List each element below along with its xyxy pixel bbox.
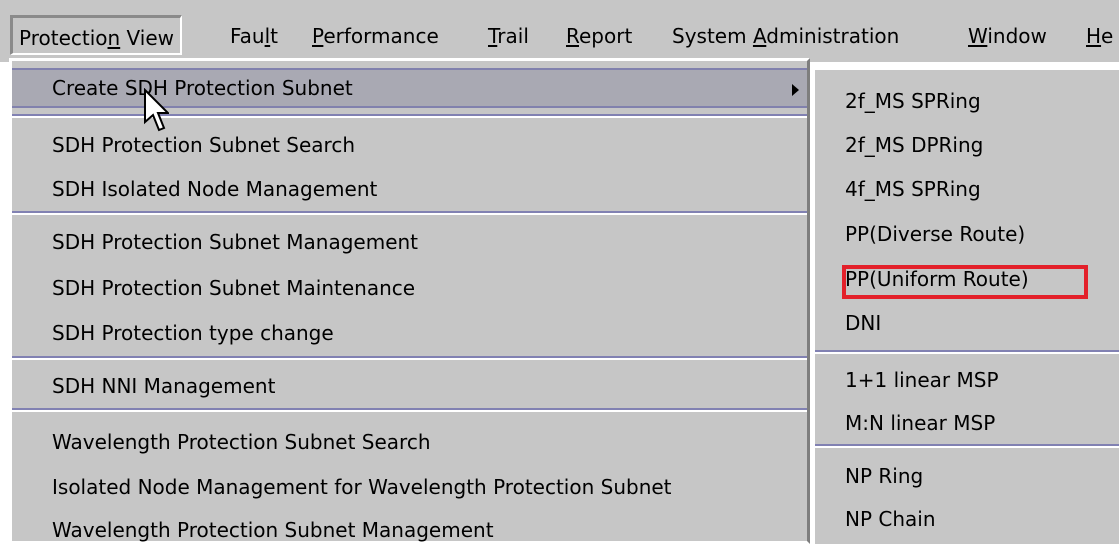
menu-item-isolated-node-management-wavelength[interactable]: Isolated Node Management for Wavelength … <box>12 467 807 507</box>
menu-window[interactable]: Window <box>968 19 1047 53</box>
menu-item-sdh-protection-subnet-maintenance[interactable]: SDH Protection Subnet Maintenance <box>12 268 807 308</box>
menu-item-label: NP Ring <box>845 464 924 488</box>
menu-separator <box>12 114 807 118</box>
create-sdh-protection-subnet-submenu: 2f_MS SPRing 2f_MS DPRing 4f_MS SPRing P… <box>812 67 1119 544</box>
menu-item-sdh-isolated-node-management[interactable]: SDH Isolated Node Management <box>12 169 807 209</box>
menu-separator <box>12 408 807 412</box>
menu-item-wavelength-protection-subnet-search[interactable]: Wavelength Protection Subnet Search <box>12 422 807 462</box>
menu-performance[interactable]: Performance <box>312 19 439 53</box>
menu-item-label: 1+1 linear MSP <box>845 368 999 392</box>
submenu-item-4f-ms-spring[interactable]: 4f_MS SPRing <box>815 169 1119 209</box>
arrow-right-icon <box>792 84 799 96</box>
submenu-item-np-chain[interactable]: NP Chain <box>815 499 1119 539</box>
menu-item-label: SDH Protection type change <box>52 321 334 345</box>
menu-separator <box>815 444 1119 448</box>
menu-item-label: Wavelength Protection Subnet Management <box>52 518 494 542</box>
menu-label: Report <box>566 24 633 48</box>
menu-item-sdh-protection-type-change[interactable]: SDH Protection type change <box>12 313 807 353</box>
menu-item-sdh-nni-management[interactable]: SDH NNI Management <box>12 366 807 406</box>
menu-item-label: SDH Protection Subnet Management <box>52 230 419 254</box>
submenu-item-1-1-linear-msp[interactable]: 1+1 linear MSP <box>815 360 1119 400</box>
menu-label: Trail <box>488 24 529 48</box>
menu-item-label: Wavelength Protection Subnet Search <box>52 430 431 454</box>
menu-label: System Administration <box>672 24 900 48</box>
menu-protection-view[interactable]: Protection View <box>10 15 183 55</box>
submenu-item-2f-ms-dpring[interactable]: 2f_MS DPRing <box>815 125 1119 165</box>
submenu-item-dni[interactable]: DNI <box>815 303 1119 343</box>
menu-label: Fault <box>230 24 279 48</box>
menu-item-label: DNI <box>845 311 882 335</box>
menu-item-wavelength-protection-subnet-management[interactable]: Wavelength Protection Subnet Management <box>12 510 807 544</box>
menu-item-sdh-protection-subnet-management[interactable]: SDH Protection Subnet Management <box>12 222 807 262</box>
submenu-item-2f-ms-spring[interactable]: 2f_MS SPRing <box>815 81 1119 121</box>
menu-help[interactable]: He <box>1086 19 1113 53</box>
menu-item-label: 2f_MS DPRing <box>845 133 984 157</box>
menu-item-label: NP Chain <box>845 507 936 531</box>
menu-report[interactable]: Report <box>566 19 632 53</box>
submenu-item-pp-diverse-route[interactable]: PP(Diverse Route) <box>815 214 1119 254</box>
menu-item-create-sdh-protection-subnet[interactable]: Create SDH Protection Subnet <box>12 68 807 108</box>
menu-bar: Protection View Fault Performance Trail … <box>0 0 1119 62</box>
menu-item-label: SDH Protection Subnet Search <box>52 133 355 157</box>
menu-item-label: Create SDH Protection Subnet <box>52 76 353 100</box>
menu-item-label: 2f_MS SPRing <box>845 89 981 113</box>
menu-label: Protection View <box>19 26 175 50</box>
menu-item-label: 4f_MS SPRing <box>845 177 981 201</box>
menu-trail[interactable]: Trail <box>488 19 529 53</box>
menu-separator <box>12 211 807 215</box>
menu-separator <box>12 356 807 360</box>
menu-system-administration[interactable]: System Administration <box>672 19 899 53</box>
menu-item-label: SDH NNI Management <box>52 374 276 398</box>
menu-item-label: SDH Isolated Node Management <box>52 177 378 201</box>
submenu-item-np-ring[interactable]: NP Ring <box>815 456 1119 496</box>
menu-label: Performance <box>312 24 439 48</box>
menu-item-label: Isolated Node Management for Wavelength … <box>52 475 672 499</box>
menu-item-label: SDH Protection Subnet Maintenance <box>52 276 416 300</box>
menu-separator <box>815 350 1119 354</box>
menu-item-sdh-protection-subnet-search[interactable]: SDH Protection Subnet Search <box>12 125 807 165</box>
menu-label: He <box>1086 24 1114 48</box>
menu-fault[interactable]: Fault <box>230 19 278 53</box>
submenu-item-mn-linear-msp[interactable]: M:N linear MSP <box>815 403 1119 443</box>
menu-item-label: M:N linear MSP <box>845 411 996 435</box>
menu-label: Window <box>968 24 1047 48</box>
highlight-box <box>842 265 1088 299</box>
mouse-pointer-icon <box>144 88 169 132</box>
menu-item-label: PP(Diverse Route) <box>845 222 1026 246</box>
protection-view-dropdown: Create SDH Protection Subnet SDH Protect… <box>9 58 810 544</box>
